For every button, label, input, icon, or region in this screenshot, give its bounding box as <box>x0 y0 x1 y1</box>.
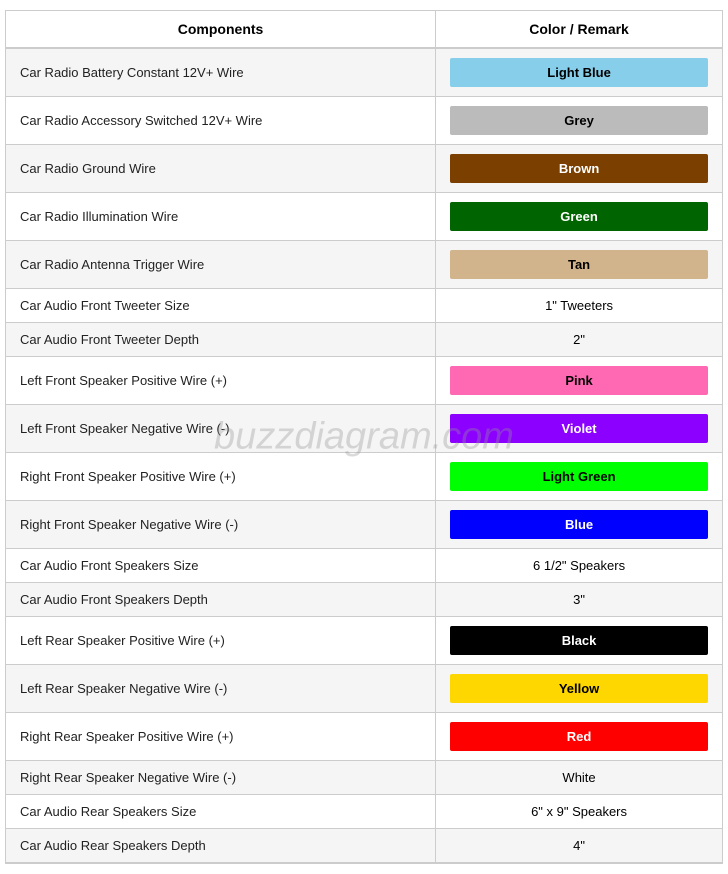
table-row: Car Radio Ground Wire Brown <box>6 145 722 193</box>
color-cell-container: White <box>436 761 722 795</box>
color-badge: Blue <box>450 510 708 539</box>
color-cell-container: 6 1/2" Speakers <box>436 549 722 583</box>
table-row: Car Audio Front Tweeter Depth2" <box>6 323 722 357</box>
table-row: Car Radio Battery Constant 12V+ Wire Ligh… <box>6 48 722 97</box>
table-row: Right Rear Speaker Negative Wire (-)Whit… <box>6 761 722 795</box>
color-cell-container: 1" Tweeters <box>436 289 722 323</box>
color-cell-container: Yellow <box>436 665 722 713</box>
table-row: Right Front Speaker Positive Wire (+) Lig… <box>6 453 722 501</box>
component-cell: Car Radio Battery Constant 12V+ Wire <box>6 48 436 97</box>
component-cell: Car Audio Front Tweeter Size <box>6 289 436 323</box>
component-cell: Left Rear Speaker Negative Wire (-) <box>6 665 436 713</box>
header-color-remark: Color / Remark <box>436 11 722 48</box>
color-cell-container: Violet <box>436 405 722 453</box>
component-cell: Car Radio Antenna Trigger Wire <box>6 241 436 289</box>
table-row: Right Front Speaker Negative Wire (-) Blu… <box>6 501 722 549</box>
color-cell-container: Light Green <box>436 453 722 501</box>
component-cell: Car Radio Accessory Switched 12V+ Wire <box>6 97 436 145</box>
color-badge: Yellow <box>450 674 708 703</box>
table-row: Car Audio Front Tweeter Size1" Tweeters <box>6 289 722 323</box>
color-badge: Green <box>450 202 708 231</box>
color-badge: Red <box>450 722 708 751</box>
table-row: Car Audio Rear Speakers Depth4" <box>6 829 722 863</box>
color-badge: Light Blue <box>450 58 708 87</box>
component-cell: Left Front Speaker Positive Wire (+) <box>6 357 436 405</box>
color-cell-container: Brown <box>436 145 722 193</box>
color-badge: Brown <box>450 154 708 183</box>
color-cell-container: Tan <box>436 241 722 289</box>
table-row: Car Radio Antenna Trigger Wire Tan <box>6 241 722 289</box>
table-row: Car Audio Rear Speakers Size6" x 9" Spea… <box>6 795 722 829</box>
color-badge: Black <box>450 626 708 655</box>
table-row: Car Audio Front Speakers Depth3" <box>6 583 722 617</box>
color-badge: Violet <box>450 414 708 443</box>
color-cell-container: Green <box>436 193 722 241</box>
component-cell: Left Rear Speaker Positive Wire (+) <box>6 617 436 665</box>
color-cell-container: 6" x 9" Speakers <box>436 795 722 829</box>
table-row: Car Audio Front Speakers Size6 1/2" Spea… <box>6 549 722 583</box>
color-cell-container: Grey <box>436 97 722 145</box>
color-badge: Light Green <box>450 462 708 491</box>
component-cell: Car Audio Front Speakers Depth <box>6 583 436 617</box>
component-cell: Left Front Speaker Negative Wire (-) <box>6 405 436 453</box>
color-cell-container: 2" <box>436 323 722 357</box>
table-row: Car Radio Accessory Switched 12V+ Wire Gr… <box>6 97 722 145</box>
component-cell: Car Audio Front Tweeter Depth <box>6 323 436 357</box>
color-cell-container: 4" <box>436 829 722 863</box>
color-cell-container: 3" <box>436 583 722 617</box>
component-cell: Right Rear Speaker Positive Wire (+) <box>6 713 436 761</box>
component-cell: Right Front Speaker Negative Wire (-) <box>6 501 436 549</box>
header-components: Components <box>6 11 436 48</box>
color-badge: Grey <box>450 106 708 135</box>
color-cell-container: Blue <box>436 501 722 549</box>
table-row: Left Rear Speaker Negative Wire (-) Yello… <box>6 665 722 713</box>
component-cell: Right Rear Speaker Negative Wire (-) <box>6 761 436 795</box>
table-row: Left Rear Speaker Positive Wire (+) Black <box>6 617 722 665</box>
color-cell-container: Red <box>436 713 722 761</box>
component-cell: Car Audio Rear Speakers Depth <box>6 829 436 863</box>
table-row: Left Front Speaker Positive Wire (+) Pink <box>6 357 722 405</box>
table-row: Left Front Speaker Negative Wire (-) Viol… <box>6 405 722 453</box>
component-cell: Car Radio Illumination Wire <box>6 193 436 241</box>
table-row: Car Radio Illumination Wire Green <box>6 193 722 241</box>
color-cell-container: Black <box>436 617 722 665</box>
color-cell-container: Pink <box>436 357 722 405</box>
color-badge: Tan <box>450 250 708 279</box>
color-cell-container: Light Blue <box>436 48 722 97</box>
component-cell: Right Front Speaker Positive Wire (+) <box>6 453 436 501</box>
color-badge: Pink <box>450 366 708 395</box>
component-cell: Car Audio Front Speakers Size <box>6 549 436 583</box>
table-row: Right Rear Speaker Positive Wire (+) Red <box>6 713 722 761</box>
wiring-table: Components Color / Remark Car Radio Batt… <box>6 11 722 863</box>
table-wrapper: buzzdiagram.com Components Color / Remar… <box>5 10 723 864</box>
component-cell: Car Audio Rear Speakers Size <box>6 795 436 829</box>
component-cell: Car Radio Ground Wire <box>6 145 436 193</box>
table-container: Components Color / Remark Car Radio Batt… <box>5 10 723 864</box>
